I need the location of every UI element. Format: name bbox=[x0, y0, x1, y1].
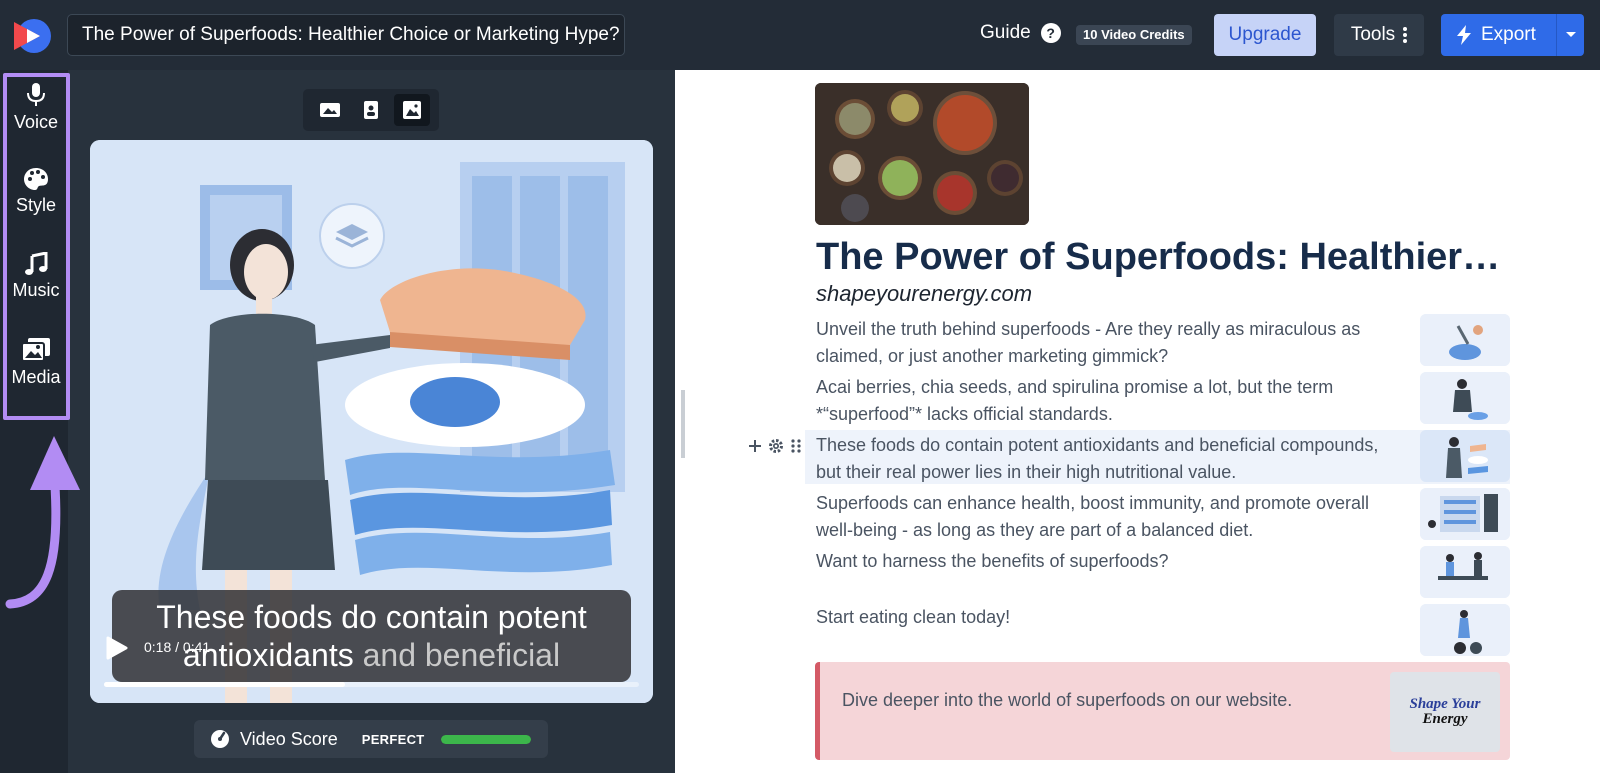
square-icon bbox=[403, 101, 422, 119]
square-option[interactable] bbox=[394, 94, 431, 126]
help-icon: ? bbox=[1040, 23, 1061, 43]
aspect-ratio-toggle bbox=[303, 89, 439, 131]
sidebar-item-music[interactable]: Music bbox=[5, 252, 67, 301]
video-score-rating: PERFECT bbox=[361, 731, 425, 747]
scene-thumbnail[interactable] bbox=[1420, 430, 1510, 482]
caption-line-1: These foods do contain potent bbox=[156, 599, 587, 635]
scene-row[interactable]: Acai berries, chia seeds, and spirulina … bbox=[805, 372, 1510, 426]
drag-handle-icon[interactable] bbox=[790, 438, 802, 454]
video-score-meter bbox=[440, 734, 531, 744]
export-button[interactable]: Export bbox=[1441, 14, 1556, 56]
upgrade-button[interactable]: Upgrade bbox=[1214, 14, 1316, 56]
cta-text[interactable]: Dive deeper into the world of superfoods… bbox=[842, 690, 1292, 711]
scene-thumbnail[interactable] bbox=[1420, 604, 1510, 656]
portrait-option[interactable] bbox=[353, 94, 389, 126]
timecode: 0:18 / 0:41 bbox=[144, 639, 211, 655]
video-score-meter-fill bbox=[440, 734, 531, 744]
brand-logo-line-2: Energy bbox=[1422, 711, 1468, 727]
gear-icon[interactable] bbox=[768, 438, 784, 454]
video-title-input[interactable]: The Power of Superfoods: Healthier Choic… bbox=[67, 14, 625, 56]
spices-photo bbox=[815, 83, 1029, 225]
scene-thumbnail[interactable] bbox=[1420, 314, 1510, 366]
gauge-icon bbox=[211, 730, 229, 748]
scene-row[interactable]: Superfoods can enhance health, boost imm… bbox=[805, 488, 1510, 542]
caption-overlay: These foods do contain potent antioxidan… bbox=[112, 590, 631, 682]
caption-text: These foods do contain potent antioxidan… bbox=[112, 598, 631, 674]
microphone-icon bbox=[27, 83, 45, 106]
app-logo-icon[interactable] bbox=[10, 16, 56, 56]
guide-button[interactable]: Guide ? bbox=[980, 22, 1061, 44]
sidebar-item-style[interactable]: Style bbox=[5, 167, 67, 216]
guide-label: Guide bbox=[980, 22, 1031, 43]
chevron-down-icon bbox=[1565, 32, 1576, 37]
lightning-icon bbox=[1457, 25, 1471, 45]
export-dropdown-toggle[interactable] bbox=[1556, 14, 1584, 56]
portrait-icon bbox=[363, 101, 378, 119]
scene-thumbnail[interactable] bbox=[1420, 372, 1510, 424]
play-icon[interactable] bbox=[106, 636, 128, 660]
playback-progress-fill bbox=[104, 682, 345, 687]
video-credits-badge: 10 Video Credits bbox=[1076, 25, 1192, 45]
landscape-option[interactable] bbox=[312, 94, 348, 126]
scene-row-active[interactable]: These foods do contain potent antioxidan… bbox=[805, 430, 1510, 484]
document-title[interactable]: The Power of Superfoods: Healthier Choic… bbox=[816, 236, 1510, 279]
curved-arrow-annotation-icon bbox=[5, 436, 80, 609]
scene-row-tools bbox=[748, 438, 802, 454]
sidebar-item-voice[interactable]: Voice bbox=[5, 82, 67, 133]
scene-row[interactable]: Start eating clean today! bbox=[805, 604, 1510, 658]
scene-text[interactable]: Start eating clean today! bbox=[816, 604, 1396, 631]
sidebar-item-label: Style bbox=[15, 195, 57, 215]
scene-thumbnail[interactable] bbox=[1420, 488, 1510, 540]
scene-thumbnail[interactable] bbox=[1420, 546, 1510, 598]
scene-text[interactable]: Superfoods can enhance health, boost imm… bbox=[816, 490, 1396, 544]
palette-icon bbox=[24, 168, 48, 190]
scene-text[interactable]: Want to harness the benefits of superfoo… bbox=[816, 548, 1396, 575]
export-button-group: Export bbox=[1441, 14, 1584, 56]
landscape-icon bbox=[319, 103, 340, 117]
panel-resize-handle[interactable] bbox=[681, 390, 685, 458]
scene-row[interactable]: Unveil the truth behind superfoods - Are… bbox=[805, 314, 1510, 368]
document-site[interactable]: shapeyourenergy.com bbox=[816, 281, 1032, 307]
sidebar-item-label: Voice bbox=[13, 112, 59, 132]
tools-label: Tools bbox=[1350, 24, 1396, 45]
add-icon[interactable] bbox=[748, 439, 762, 453]
music-note-icon bbox=[25, 252, 48, 275]
scene-text[interactable]: Unveil the truth behind superfoods - Are… bbox=[816, 316, 1396, 370]
tools-button[interactable]: Tools bbox=[1334, 14, 1424, 56]
video-score-label: Video Score bbox=[240, 728, 338, 749]
brand-logo[interactable]: Shape Your Energy bbox=[1390, 672, 1500, 752]
more-vertical-icon bbox=[1403, 27, 1408, 43]
scene-text[interactable]: These foods do contain potent antioxidan… bbox=[816, 432, 1396, 486]
cover-image[interactable] bbox=[815, 83, 1029, 225]
playback-progress-bar[interactable] bbox=[104, 682, 639, 687]
caption-word-upcoming: and beneficial bbox=[362, 637, 561, 673]
brand-logo-line-1: Shape Your bbox=[1409, 696, 1481, 712]
top-bar: The Power of Superfoods: Healthier Choic… bbox=[0, 0, 1600, 70]
sidebar-item-label: Media bbox=[11, 367, 61, 387]
call-to-action-block[interactable]: Dive deeper into the world of superfoods… bbox=[815, 662, 1510, 760]
sidebar-item-media[interactable]: Media bbox=[5, 337, 67, 388]
video-preview[interactable]: These foods do contain potent antioxidan… bbox=[90, 140, 653, 703]
video-score-bar[interactable]: Video Score PERFECT bbox=[194, 720, 548, 758]
export-label: Export bbox=[1481, 24, 1536, 45]
scene-row[interactable]: Want to harness the benefits of superfoo… bbox=[805, 546, 1510, 600]
media-gallery-icon bbox=[21, 338, 50, 362]
sidebar-item-label: Music bbox=[12, 280, 60, 300]
scene-text[interactable]: Acai berries, chia seeds, and spirulina … bbox=[816, 374, 1396, 428]
